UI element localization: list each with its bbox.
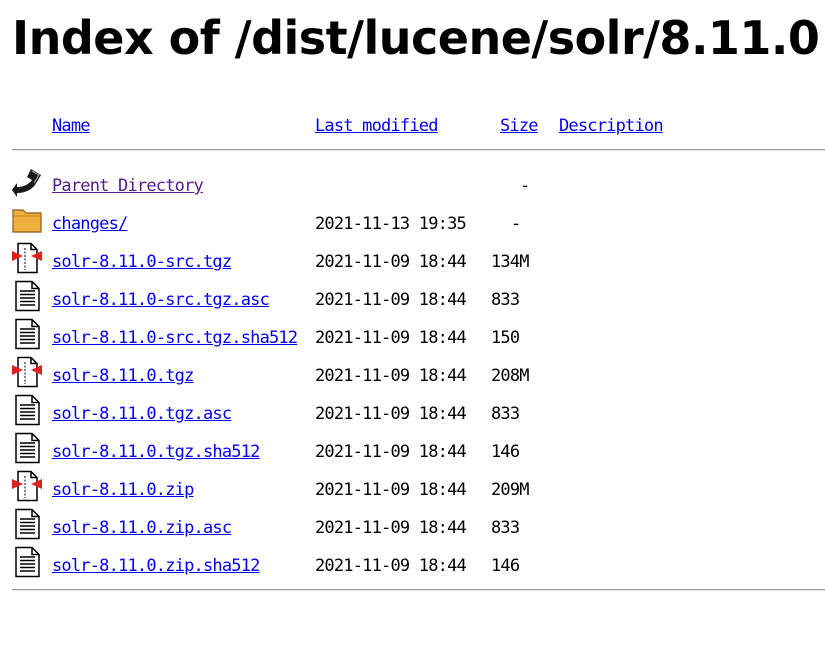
size-cell: 134M: [491, 252, 530, 272]
file-row: solr-8.11.0-src.tgz 2021-11-09 18:44 134M: [0, 242, 825, 276]
text-file-icon: [11, 280, 43, 312]
last-modified-cell: 2021-11-09 18:44: [315, 480, 467, 500]
file-link[interactable]: solr-8.11.0.tgz.asc: [52, 404, 232, 424]
text-file-icon: [11, 508, 43, 540]
file-link[interactable]: changes/: [52, 214, 128, 234]
file-link[interactable]: solr-8.11.0.tgz: [52, 366, 194, 386]
sort-by-description-link[interactable]: Description: [559, 116, 664, 136]
last-modified-cell: 2021-11-09 18:44: [315, 556, 467, 576]
file-row: solr-8.11.0-src.tgz.asc 2021-11-09 18:44 8…: [0, 280, 825, 314]
last-modified-cell: 2021-11-09 18:44: [315, 252, 467, 272]
file-row: solr-8.11.0.tgz.asc 2021-11-09 18:44 833: [0, 394, 825, 428]
last-modified-cell: 2021-11-13 19:35: [315, 214, 467, 234]
compressed-file-icon: [11, 242, 43, 274]
size-cell: 150: [491, 328, 520, 348]
compressed-file-icon: [11, 356, 43, 388]
file-link[interactable]: solr-8.11.0.zip: [52, 480, 194, 500]
size-cell: 833: [491, 404, 520, 424]
file-row: changes/2021-11-13 19:35 -: [0, 204, 825, 238]
last-modified-cell: 2021-11-09 18:44: [315, 404, 467, 424]
text-file-icon: [11, 546, 43, 578]
file-row: solr-8.11.0.tgz 2021-11-09 18:44 208M: [0, 356, 825, 390]
size-cell: 146: [491, 442, 520, 462]
last-modified-cell: 2021-11-09 18:44: [315, 328, 467, 348]
sort-by-size-link[interactable]: Size: [500, 116, 539, 136]
text-file-icon: [11, 394, 43, 426]
last-modified-cell: 2021-11-09 18:44: [315, 518, 467, 538]
size-cell: 833: [491, 290, 520, 310]
file-link[interactable]: solr-8.11.0-src.tgz.sha512: [52, 328, 298, 348]
text-file-icon: [11, 432, 43, 464]
file-link[interactable]: solr-8.11.0.tgz.sha512: [52, 442, 260, 462]
sort-by-modified-link[interactable]: Last modified: [315, 116, 438, 136]
text-file-icon: [11, 318, 43, 350]
size-cell: 208M: [491, 366, 530, 386]
file-row: solr-8.11.0.tgz.sha512 2021-11-09 18:44 14…: [0, 432, 825, 466]
size-cell: 146: [491, 556, 520, 576]
file-row: solr-8.11.0.zip.asc 2021-11-09 18:44 833: [0, 508, 825, 542]
file-row: solr-8.11.0.zip 2021-11-09 18:44 209M: [0, 470, 825, 504]
last-modified-cell: 2021-11-09 18:44: [315, 442, 467, 462]
file-link[interactable]: solr-8.11.0-src.tgz.asc: [52, 290, 270, 310]
size-cell: 209M: [491, 480, 530, 500]
last-modified-cell: 2021-11-09 18:44: [315, 366, 467, 386]
file-link[interactable]: solr-8.11.0.zip.asc: [52, 518, 232, 538]
page-title: Index of /dist/lucene/solr/8.11.0: [12, 11, 820, 65]
file-link[interactable]: solr-8.11.0-src.tgz: [52, 252, 232, 272]
sort-by-name-link[interactable]: Name: [52, 116, 91, 136]
size-cell: -: [511, 214, 521, 234]
file-row: solr-8.11.0-src.tgz.sha512 2021-11-09 18:…: [0, 318, 825, 352]
parent-directory-link[interactable]: Parent Directory: [52, 176, 204, 196]
parent-directory-row: Parent Directory -: [0, 166, 825, 200]
back-arrow-icon: [11, 166, 43, 198]
last-modified-cell: 2021-11-09 18:44: [315, 290, 467, 310]
file-row: solr-8.11.0.zip.sha512 2021-11-09 18:44 14…: [0, 546, 825, 580]
size-cell: 833: [491, 518, 520, 538]
file-link[interactable]: solr-8.11.0.zip.sha512: [52, 556, 260, 576]
size-cell: -: [520, 176, 530, 196]
listing-header: Name Last modified Size Description: [0, 116, 825, 140]
header-divider: [12, 149, 825, 151]
folder-icon: [11, 204, 43, 236]
compressed-file-icon: [11, 470, 43, 502]
footer-divider: [12, 589, 825, 591]
